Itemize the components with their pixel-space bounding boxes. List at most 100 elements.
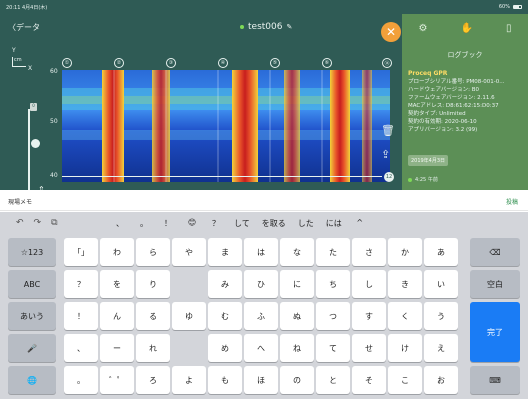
- kana-key[interactable]: 。: [64, 366, 98, 394]
- mode-key[interactable]: ☆123: [8, 238, 56, 266]
- file-title[interactable]: test006 ✎: [240, 22, 292, 32]
- kana-key[interactable]: た: [316, 238, 350, 266]
- post-button[interactable]: 投稿: [506, 197, 518, 206]
- kana-key[interactable]: 、: [64, 334, 98, 362]
- kana-key[interactable]: い: [424, 270, 458, 298]
- kana-key[interactable]: な: [280, 238, 314, 266]
- kana-key[interactable]: ん: [100, 302, 134, 330]
- paste-icon[interactable]: ⧉: [51, 218, 57, 228]
- share-icon[interactable]: ⇪: [381, 148, 390, 161]
- kana-key[interactable]: く: [388, 302, 422, 330]
- kana-key[interactable]: ー: [100, 334, 134, 362]
- depth-slider-knob[interactable]: [31, 139, 40, 148]
- kana-key[interactable]: ひ: [244, 270, 278, 298]
- close-panel-button[interactable]: ✕: [381, 22, 401, 42]
- date-button[interactable]: 2019年4月3日: [408, 155, 448, 166]
- kana-key[interactable]: る: [136, 302, 170, 330]
- kana-key[interactable]: に: [280, 270, 314, 298]
- kana-key[interactable]: き: [388, 270, 422, 298]
- kana-key[interactable]: ら: [136, 238, 170, 266]
- document-icon[interactable]: ▯: [506, 23, 512, 34]
- kana-key[interactable]: お: [424, 366, 458, 394]
- candidate[interactable]: して: [228, 218, 256, 229]
- candidate[interactable]: には: [320, 218, 348, 229]
- hand-icon[interactable]: ✋: [460, 23, 472, 34]
- candidate[interactable]: した: [292, 218, 320, 229]
- kana-key[interactable]: ふ: [244, 302, 278, 330]
- kana-key[interactable]: ち: [316, 270, 350, 298]
- gear-icon[interactable]: ⚙: [419, 23, 428, 34]
- kana-key[interactable]: め: [208, 334, 242, 362]
- kana-key[interactable]: は: [244, 238, 278, 266]
- expand-candidates-icon[interactable]: ^: [348, 218, 372, 229]
- logbook-title[interactable]: ログブック: [402, 50, 528, 60]
- kana-key[interactable]: ゛゜: [100, 366, 134, 394]
- kana-key[interactable]: ほ: [244, 366, 278, 394]
- candidate[interactable]: 。: [132, 218, 156, 229]
- candidate[interactable]: 😊: [180, 218, 204, 229]
- kana-key[interactable]: も: [208, 366, 242, 394]
- kana-key[interactable]: へ: [244, 334, 278, 362]
- candidate[interactable]: を取る: [256, 218, 292, 229]
- kana-key[interactable]: わ: [100, 238, 134, 266]
- kana-key[interactable]: と: [316, 366, 350, 394]
- mode-key[interactable]: ABC: [8, 270, 56, 298]
- kana-key[interactable]: ？: [64, 270, 98, 298]
- kana-key[interactable]: か: [388, 238, 422, 266]
- kana-key[interactable]: あ: [424, 238, 458, 266]
- kana-key[interactable]: ま: [208, 238, 242, 266]
- kana-key[interactable]: さ: [352, 238, 386, 266]
- space-key[interactable]: 空白: [470, 270, 520, 298]
- candidate[interactable]: ！: [156, 218, 180, 229]
- kana-key[interactable]: を: [100, 270, 134, 298]
- marker[interactable]: ②: [114, 58, 124, 68]
- kana-key[interactable]: ぬ: [280, 302, 314, 330]
- candidate[interactable]: ？: [204, 218, 228, 229]
- marker[interactable]: ③: [166, 58, 176, 68]
- back-button[interactable]: 〈データ: [8, 22, 40, 33]
- kana-key[interactable]: け: [388, 334, 422, 362]
- candidate[interactable]: 、: [108, 218, 132, 229]
- kana-key[interactable]: え: [424, 334, 458, 362]
- undo-icon[interactable]: ↶: [16, 218, 24, 228]
- kana-key[interactable]: ！: [64, 302, 98, 330]
- kana-key[interactable]: よ: [172, 366, 206, 394]
- kana-key[interactable]: し: [352, 270, 386, 298]
- kana-key[interactable]: や: [172, 238, 206, 266]
- gpr-scan-image[interactable]: [62, 70, 390, 182]
- marker[interactable]: ⑥: [322, 58, 332, 68]
- kana-key[interactable]: り: [136, 270, 170, 298]
- marker[interactable]: ⑤: [270, 58, 280, 68]
- kana-key[interactable]: れ: [136, 334, 170, 362]
- kana-key[interactable]: む: [208, 302, 242, 330]
- marker[interactable]: ①: [62, 58, 72, 68]
- kana-key[interactable]: ろ: [136, 366, 170, 394]
- end-marker[interactable]: 12: [384, 172, 394, 182]
- delete-icon[interactable]: ⌫: [470, 238, 520, 266]
- mode-key[interactable]: あいう: [8, 302, 56, 330]
- done-button[interactable]: 完了: [470, 302, 520, 362]
- kana-key[interactable]: つ: [316, 302, 350, 330]
- time-entry[interactable]: 4:25 午前: [408, 176, 438, 183]
- globe-icon[interactable]: 🌐: [8, 366, 56, 394]
- kana-key[interactable]: の: [280, 366, 314, 394]
- marker[interactable]: ⑭: [382, 58, 392, 68]
- kana-key[interactable]: こ: [388, 366, 422, 394]
- redo-icon[interactable]: ↷: [34, 218, 42, 228]
- kana-key[interactable]: ね: [280, 334, 314, 362]
- pencil-icon[interactable]: ✎: [286, 23, 292, 31]
- keyboard-hide-icon[interactable]: ⌨: [470, 366, 520, 394]
- kana-key[interactable]: て: [316, 334, 350, 362]
- microphone-icon[interactable]: 🎤: [8, 334, 56, 362]
- trash-icon[interactable]: 🗑: [381, 124, 395, 137]
- kana-key[interactable]: せ: [352, 334, 386, 362]
- kana-key[interactable]: そ: [352, 366, 386, 394]
- depth-slider-track[interactable]: [28, 109, 30, 190]
- memo-input-row[interactable]: 現場メモ 投稿: [0, 190, 528, 211]
- kana-key[interactable]: 「」: [64, 238, 98, 266]
- kana-key[interactable]: う: [424, 302, 458, 330]
- kana-key[interactable]: み: [208, 270, 242, 298]
- marker[interactable]: ④: [218, 58, 228, 68]
- kana-key[interactable]: す: [352, 302, 386, 330]
- kana-key[interactable]: ゆ: [172, 302, 206, 330]
